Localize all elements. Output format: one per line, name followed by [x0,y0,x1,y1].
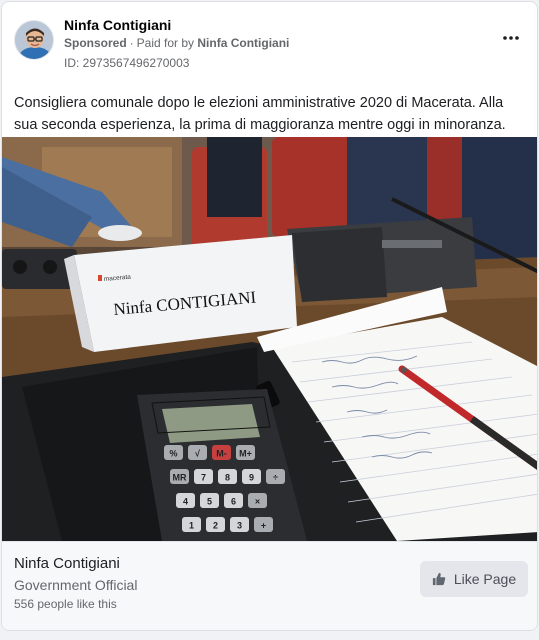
ad-id: ID: 2973567496270003 [64,56,190,70]
thumbs-up-icon [432,572,446,586]
separator-dot: · [129,36,134,50]
calculator-key-label: √ [195,449,200,459]
calculator-key-label: 8 [225,473,230,483]
post-header: Ninfa Contigiani Sponsored · Paid for by N… [14,14,525,74]
calculator-key-label: MR [173,473,187,483]
calculator-key-label: M- [216,449,227,459]
calculator-key-label: 6 [231,497,236,507]
calculator-key-label: % [169,449,177,459]
calculator-key-label: ÷ [273,473,278,483]
page-footer: Ninfa Contigiani Government Official 556… [2,541,537,630]
calculator-key-label: 2 [213,521,218,531]
sponsored-label: Sponsored [64,36,127,50]
calculator-key-label: 3 [237,521,242,531]
post-photo[interactable]: macerata Ninfa CONTIGIANI % √ M- M+ MR 7… [2,137,537,541]
paid-for-by-name[interactable]: Ninfa Contigiani [197,36,289,50]
page-name[interactable]: Ninfa Contigiani [64,17,171,33]
sponsored-line: Sponsored · Paid for by Ninfa Contigiani [64,36,289,50]
more-options-button[interactable] [497,26,525,50]
calculator-key-label: 7 [201,473,206,483]
calculator-key-label: + [261,521,266,531]
footer-page-name[interactable]: Ninfa Contigiani [14,555,120,572]
calculator-key-label: 1 [189,521,194,531]
sponsored-post-card: Ninfa Contigiani Sponsored · Paid for by N… [1,1,538,631]
calculator-key-label: × [255,497,260,507]
more-horizontal-icon [503,36,519,40]
paid-for-prefix: Paid for by [136,36,195,50]
post-text: Consigliera comunale dopo le elezioni am… [14,95,506,133]
page-like-count: 556 people like this [14,597,117,611]
like-page-label: Like Page [453,571,517,587]
calculator-key-label: 4 [183,497,188,507]
calculator-key-label: 5 [207,497,212,507]
calculator-key-label: M+ [239,449,252,459]
page-category: Government Official [14,577,138,593]
calculator-key-label: 9 [249,473,254,483]
avatar[interactable] [14,20,54,60]
like-page-button[interactable]: Like Page [420,561,528,597]
